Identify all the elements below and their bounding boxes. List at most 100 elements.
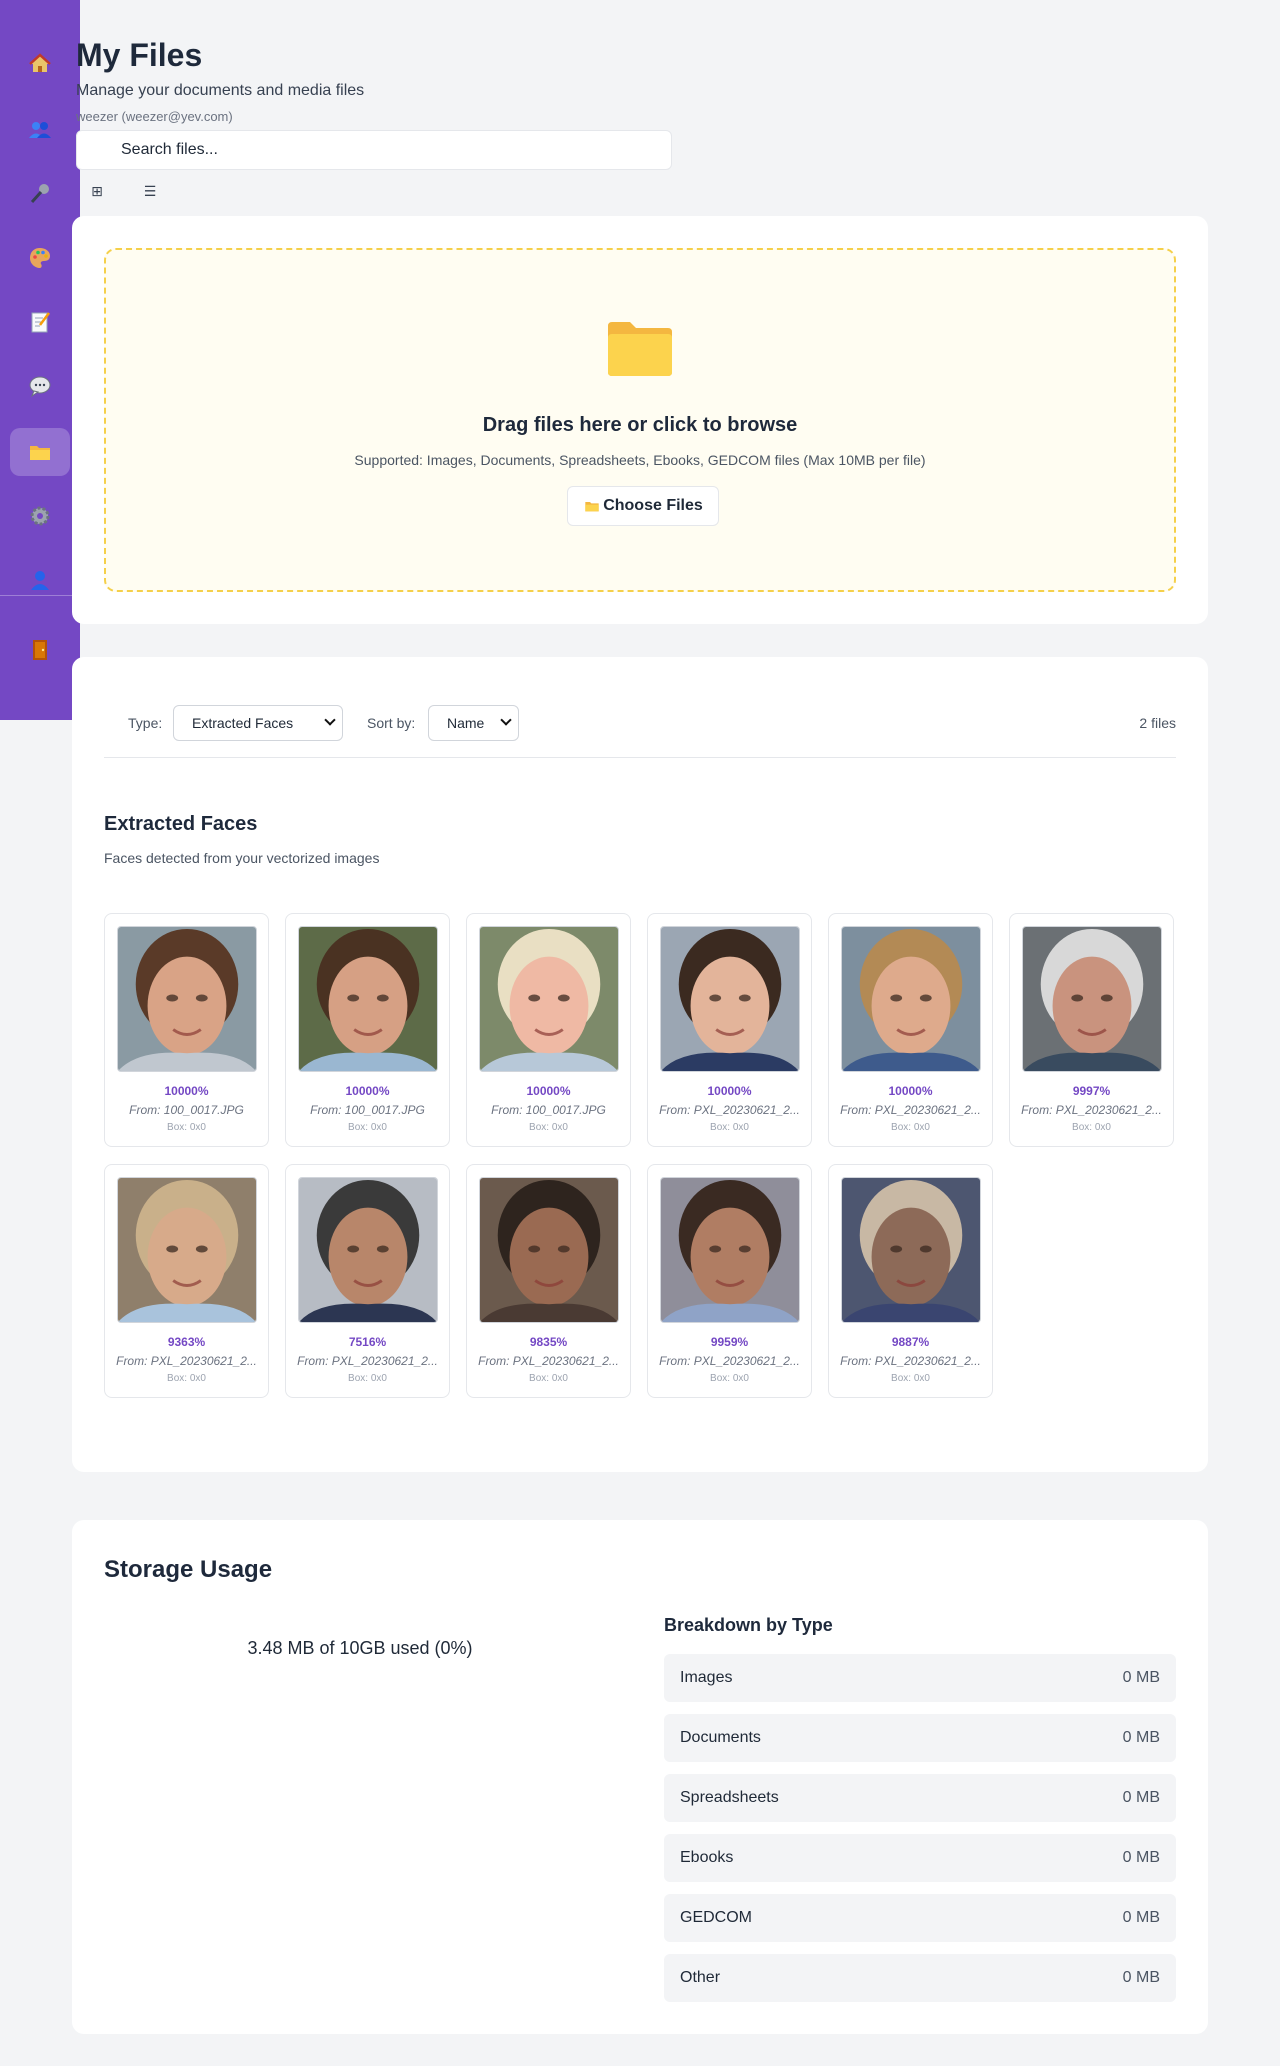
sort-select[interactable]: Name <box>428 705 519 741</box>
face-confidence: 10000% <box>164 1084 209 1098</box>
file-count: 2 files <box>1139 715 1176 731</box>
face-card[interactable]: 10000% From: PXL_20230621_2... Box: 0x0 <box>647 913 812 1147</box>
people-icon <box>29 122 51 138</box>
face-source: From: PXL_20230621_2... <box>659 1354 800 1368</box>
breakdown-row: Images 0 MB <box>664 1654 1176 1702</box>
face-thumbnail[interactable] <box>660 926 800 1072</box>
type-filter-label: Type: <box>128 715 163 731</box>
sidebar-item-profile[interactable] <box>10 556 70 604</box>
sort-value: Name <box>447 715 485 731</box>
face-confidence: 9887% <box>891 1335 930 1349</box>
gear-icon <box>30 506 50 526</box>
sidebar-item-logout[interactable] <box>10 626 70 674</box>
face-source: From: 100_0017.JPG <box>491 1103 606 1117</box>
face-card[interactable]: 7516% From: PXL_20230621_2... Box: 0x0 <box>285 1164 450 1398</box>
face-card[interactable]: 10000% From: PXL_20230621_2... Box: 0x0 <box>828 913 993 1147</box>
choose-files-button[interactable]: Choose Files <box>567 486 719 526</box>
face-card[interactable]: 10000% From: 100_0017.JPG Box: 0x0 <box>104 913 269 1147</box>
breakdown-row: Spreadsheets 0 MB <box>664 1774 1176 1822</box>
face-confidence: 10000% <box>888 1084 933 1098</box>
folder-icon <box>585 502 599 512</box>
speech-bubble-icon <box>29 376 51 398</box>
face-thumbnail[interactable] <box>298 926 438 1072</box>
folder-icon <box>608 322 672 376</box>
sidebar-item-files[interactable] <box>10 428 70 476</box>
face-source: From: PXL_20230621_2... <box>478 1354 619 1368</box>
list-view-button[interactable]: ☰ <box>140 184 160 200</box>
face-box: Box: 0x0 <box>710 1373 749 1384</box>
breakdown-size: 0 MB <box>1122 1969 1160 1986</box>
sidebar-item-home[interactable] <box>10 40 70 88</box>
sidebar-item-chat[interactable] <box>10 362 70 410</box>
face-source: From: 100_0017.JPG <box>310 1103 425 1117</box>
sidebar-divider <box>0 595 80 596</box>
face-box: Box: 0x0 <box>529 1122 568 1133</box>
upload-card: Drag files here or click to browse Suppo… <box>72 216 1208 624</box>
face-box: Box: 0x0 <box>167 1373 206 1384</box>
breakdown-type: Spreadsheets <box>680 1789 779 1806</box>
sidebar-item-microphone[interactable] <box>10 170 70 218</box>
face-thumbnail[interactable] <box>1022 926 1162 1072</box>
upload-supported-text: Supported: Images, Documents, Spreadshee… <box>354 452 926 468</box>
face-source: From: PXL_20230621_2... <box>840 1103 981 1117</box>
sidebar-item-art[interactable] <box>10 234 70 282</box>
face-source: From: 100_0017.JPG <box>129 1103 244 1117</box>
face-source: From: PXL_20230621_2... <box>1021 1103 1162 1117</box>
face-confidence: 9959% <box>710 1335 749 1349</box>
breakdown-type: Other <box>680 1969 721 1986</box>
breakdown-size: 0 MB <box>1122 1789 1160 1806</box>
chevron-down-icon <box>324 714 336 726</box>
microphone-icon <box>30 184 49 204</box>
face-confidence: 10000% <box>526 1084 571 1098</box>
search-box <box>76 130 672 170</box>
files-card: Type: Extracted Faces Sort by: Name 2 fi… <box>72 657 1208 1472</box>
face-confidence: 10000% <box>707 1084 752 1098</box>
face-card[interactable]: 10000% From: 100_0017.JPG Box: 0x0 <box>466 913 631 1147</box>
face-confidence: 9363% <box>167 1335 206 1349</box>
face-box: Box: 0x0 <box>891 1373 930 1384</box>
search-input[interactable] <box>77 131 671 169</box>
list-icon: ☰ <box>143 184 157 200</box>
sort-label: Sort by: <box>367 715 416 731</box>
face-card[interactable]: 9363% From: PXL_20230621_2... Box: 0x0 <box>104 1164 269 1398</box>
face-thumbnail[interactable] <box>841 1177 981 1323</box>
palette-icon <box>30 248 50 268</box>
face-confidence: 7516% <box>348 1335 387 1349</box>
face-source: From: PXL_20230621_2... <box>297 1354 438 1368</box>
storage-used-text: 3.48 MB of 10GB used (0%) <box>247 1638 473 1658</box>
face-box: Box: 0x0 <box>167 1122 206 1133</box>
house-icon <box>29 53 51 72</box>
sidebar-item-notes[interactable] <box>10 298 70 346</box>
type-filter-select[interactable]: Extracted Faces <box>173 705 343 741</box>
face-thumbnail[interactable] <box>298 1177 438 1323</box>
upload-dropzone[interactable]: Drag files here or click to browse Suppo… <box>104 248 1176 592</box>
grid-view-button[interactable]: ⊞ <box>87 184 107 200</box>
face-thumbnail[interactable] <box>841 926 981 1072</box>
face-thumbnail[interactable] <box>660 1177 800 1323</box>
face-confidence: 9835% <box>529 1335 568 1349</box>
faces-section-title: Extracted Faces <box>104 813 258 835</box>
face-box: Box: 0x0 <box>348 1122 387 1133</box>
sidebar-item-settings[interactable] <box>10 492 70 540</box>
face-card[interactable]: 9835% From: PXL_20230621_2... Box: 0x0 <box>466 1164 631 1398</box>
face-thumbnail[interactable] <box>117 1177 257 1323</box>
breakdown-size: 0 MB <box>1122 1909 1160 1926</box>
face-card[interactable]: 9959% From: PXL_20230621_2... Box: 0x0 <box>647 1164 812 1398</box>
door-icon <box>33 640 47 660</box>
face-thumbnail[interactable] <box>479 1177 619 1323</box>
face-card[interactable]: 10000% From: 100_0017.JPG Box: 0x0 <box>285 913 450 1147</box>
face-box: Box: 0x0 <box>348 1373 387 1384</box>
face-card[interactable]: 9887% From: PXL_20230621_2... Box: 0x0 <box>828 1164 993 1398</box>
breakdown-row: Documents 0 MB <box>664 1714 1176 1762</box>
breakdown-title: Breakdown by Type <box>664 1615 833 1635</box>
face-card[interactable]: 9997% From: PXL_20230621_2... Box: 0x0 <box>1009 913 1174 1147</box>
face-thumbnail[interactable] <box>117 926 257 1072</box>
type-filter-value: Extracted Faces <box>192 715 294 731</box>
sidebar-item-people[interactable] <box>10 106 70 154</box>
face-thumbnail[interactable] <box>479 926 619 1072</box>
breakdown-size: 0 MB <box>1122 1669 1160 1686</box>
face-box: Box: 0x0 <box>529 1373 568 1384</box>
breakdown-size: 0 MB <box>1122 1729 1160 1746</box>
user-info: weezer (weezer@yev.com) <box>76 109 233 124</box>
filter-bar: Type: Extracted Faces Sort by: Name 2 fi… <box>104 705 1176 741</box>
